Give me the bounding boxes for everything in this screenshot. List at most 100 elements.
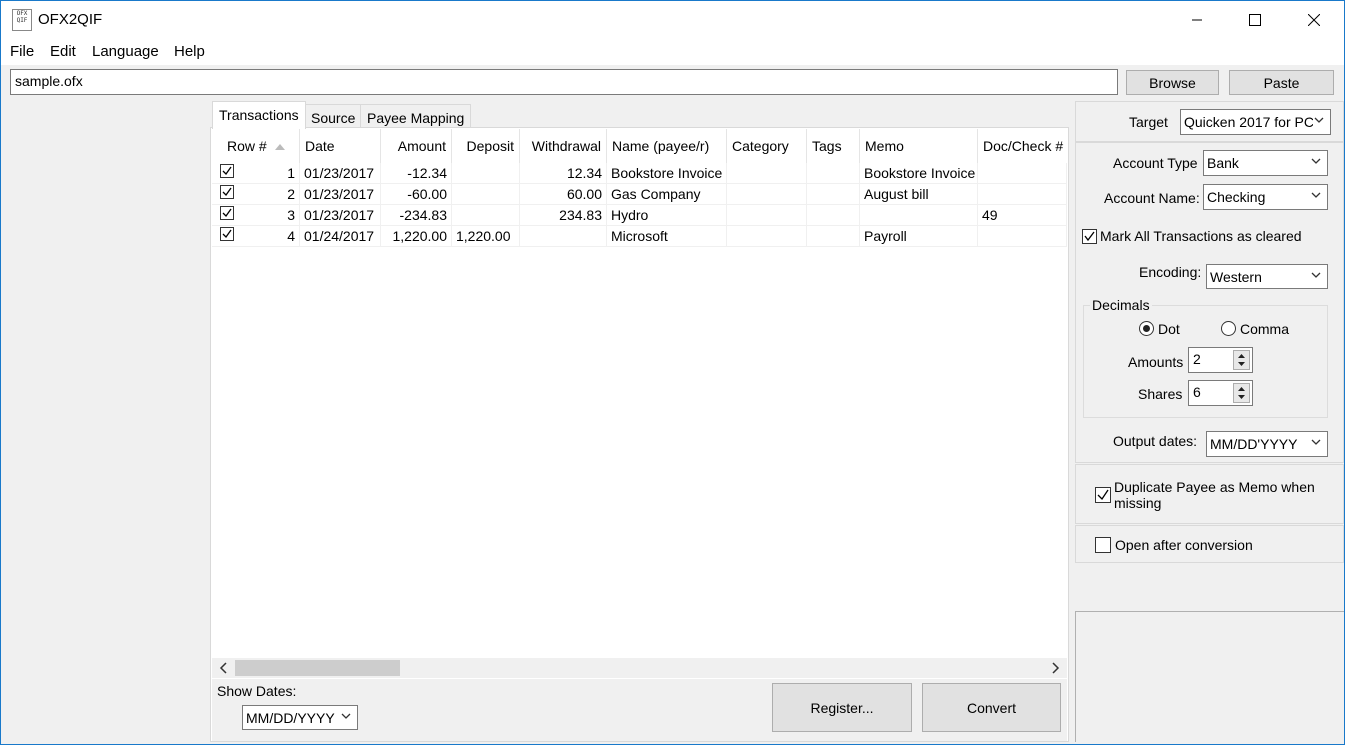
browse-button[interactable]: Browse [1126,70,1219,95]
column-header-amount[interactable]: Amount [381,129,452,163]
menu-help[interactable]: Help [174,43,205,60]
mark-cleared-checkbox[interactable] [1082,229,1097,244]
open-after-checkbox[interactable] [1095,537,1111,553]
account-name-label: Account Name: [1104,190,1200,206]
cell-row: 1 [242,163,300,184]
duplicate-payee-label-line2[interactable]: missing [1114,495,1161,511]
table-row[interactable]: 1 01/23/2017 -12.34 12.34 Bookstore Invo… [212,163,1067,184]
menu-edit[interactable]: Edit [50,43,76,60]
horizontal-scrollbar[interactable] [212,658,1067,678]
column-header-doc-check[interactable]: Doc/Check # [978,129,1067,163]
cell-category [727,226,807,247]
cell-memo: Bookstore Invoice [860,163,978,184]
row-checkbox[interactable] [220,185,234,199]
file-path-input[interactable]: sample.ofx [10,69,1118,95]
minimize-button[interactable] [1168,1,1226,39]
tab-transactions[interactable]: Transactions [212,101,306,129]
cell-tags [807,184,860,205]
sort-ascending-icon [274,144,285,151]
cell-category [727,184,807,205]
column-header-withdrawal[interactable]: Withdrawal [520,129,607,163]
amounts-label: Amounts [1128,354,1184,370]
paste-button[interactable]: Paste [1229,70,1334,95]
scroll-right-icon[interactable] [1050,662,1060,674]
cell-memo: Payroll [860,226,978,247]
tab-payee-mapping[interactable]: Payee Mapping [360,104,472,128]
column-header-row[interactable]: Row # [212,129,300,163]
maximize-icon [1249,14,1261,26]
checkmark-icon [222,229,232,239]
spinner-arrows[interactable] [1233,383,1250,403]
open-after-label[interactable]: Open after conversion [1115,537,1253,553]
column-header-category[interactable]: Category [727,129,807,163]
amounts-spinner[interactable]: 2 [1188,347,1253,373]
account-name-select[interactable]: Checking [1203,184,1328,210]
window-title: OFX2QIF [38,11,103,28]
table-row[interactable]: 3 01/23/2017 -234.83 234.83 Hydro 49 [212,205,1067,226]
menu-language[interactable]: Language [92,43,159,60]
app-icon: OFX QIF [12,9,32,31]
cell-memo [860,205,978,226]
target-select[interactable]: Quicken 2017 for PC [1180,109,1331,135]
table-footer: Show Dates: MM/DD/YYYY Register... Conve… [212,679,1067,741]
cell-withdrawal: 12.34 [520,163,607,184]
checkmark-icon [1097,489,1109,501]
spinner-arrows[interactable] [1233,350,1250,370]
row-checkbox[interactable] [220,164,234,178]
cell-doc [978,163,1067,184]
cell-deposit [452,184,520,205]
checkmark-icon [1084,231,1095,242]
minimize-icon [1192,19,1202,21]
table-row[interactable]: 2 01/23/2017 -60.00 60.00 Gas Company Au… [212,184,1067,205]
account-type-select[interactable]: Bank [1203,150,1328,176]
show-dates-label: Show Dates: [217,683,297,699]
cell-name: Microsoft [607,226,727,247]
decimal-comma-radio[interactable] [1221,321,1236,336]
decimal-comma-label[interactable]: Comma [1240,321,1289,337]
shares-label: Shares [1138,386,1183,402]
register-button[interactable]: Register... [772,683,912,732]
cell-doc [978,226,1067,247]
chevron-down-icon [341,713,351,719]
cell-date: 01/23/2017 [300,184,381,205]
target-value: Quicken 2017 for PC [1184,114,1314,130]
chevron-down-icon [1311,158,1321,164]
duplicate-payee-label-line1[interactable]: Duplicate Payee as Memo when [1114,479,1315,495]
shares-spinner[interactable]: 6 [1188,380,1253,406]
output-dates-select[interactable]: MM/DD'YYYY [1206,431,1328,457]
menu-file[interactable]: File [10,43,34,60]
row-checkbox[interactable] [220,206,234,220]
convert-button[interactable]: Convert [922,683,1061,732]
row-checkbox[interactable] [220,227,234,241]
column-header-name[interactable]: Name (payee/r) [607,129,727,163]
encoding-label: Encoding: [1139,264,1202,280]
cell-deposit [452,163,520,184]
duplicate-payee-checkbox[interactable] [1095,487,1111,503]
mark-cleared-label[interactable]: Mark All Transactions as cleared [1100,228,1302,244]
maximize-button[interactable] [1226,1,1284,39]
cell-date: 01/23/2017 [300,205,381,226]
show-dates-value: MM/DD/YYYY [246,710,335,726]
scroll-left-icon[interactable] [219,662,229,674]
decimal-dot-label[interactable]: Dot [1158,321,1180,337]
chevron-down-icon [1311,272,1321,278]
transactions-panel: Row # Date Amount Deposit Withdrawal Nam… [210,127,1069,742]
chevron-down-icon [1311,192,1321,198]
tab-source[interactable]: Source [304,104,363,128]
column-header-tags[interactable]: Tags [807,129,860,163]
shares-value: 6 [1193,384,1201,400]
column-header-date[interactable]: Date [300,129,381,163]
decimal-dot-radio[interactable] [1139,321,1154,336]
status-area [1075,611,1344,742]
encoding-select[interactable]: Western [1206,264,1328,289]
close-button[interactable] [1285,1,1343,39]
scrollbar-thumb[interactable] [235,660,400,676]
column-header-memo[interactable]: Memo [860,129,978,163]
table-row[interactable]: 4 01/24/2017 1,220.00 1,220.00 Microsoft… [212,226,1067,247]
column-header-deposit[interactable]: Deposit [452,129,520,163]
cell-tags [807,205,860,226]
cell-row: 4 [242,226,300,247]
cell-doc [978,184,1067,205]
show-dates-select[interactable]: MM/DD/YYYY [242,705,358,730]
close-icon [1308,14,1320,26]
